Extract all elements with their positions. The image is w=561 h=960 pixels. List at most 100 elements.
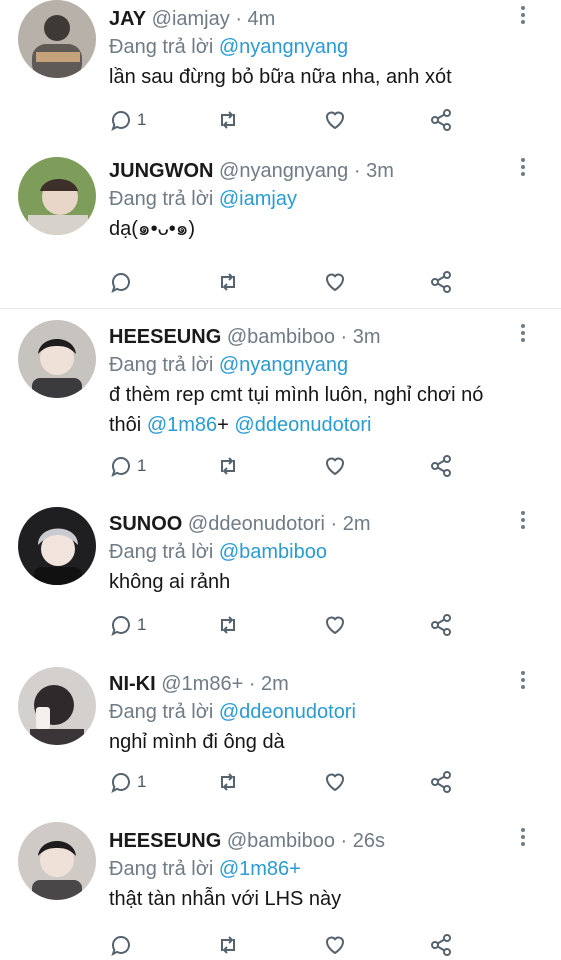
share-icon [431,771,451,793]
retweet-button[interactable] [216,269,240,295]
avatar[interactable] [18,320,96,398]
reply-button[interactable] [109,269,137,295]
display-name[interactable]: JUNGWON [109,160,213,182]
tweet-actions: 1 [109,453,469,479]
mention-link[interactable]: @nyangnyang [219,354,348,376]
replying-to: Đang trả lời @nyangnyang [109,36,349,58]
reply-icon [111,457,130,478]
reply-button[interactable]: 1 [109,453,146,479]
like-button[interactable] [323,612,347,638]
tweet-text-line: thôi @1m86+ @ddeonudotori [109,414,372,436]
retweet-button[interactable] [216,769,240,795]
tweet-heeseung[interactable]: HEESEUNG @bambiboo · 3m Đang trả lời @ny… [0,318,561,496]
tweet-text: đ thèm rep cmt tụi mình luôn, nghỉ chơi … [109,380,539,440]
tweet-jungwon[interactable]: JUNGWON @nyangnyang · 3m Đang trả lời @i… [0,152,561,307]
tweet-header: JAY @iamjay · 4m [109,6,275,32]
avatar[interactable] [18,667,96,745]
more-icon[interactable] [519,828,527,850]
like-icon [325,936,345,955]
more-icon[interactable] [519,511,527,533]
display-name[interactable]: SUNOO [109,513,182,535]
display-name[interactable]: JAY [109,8,146,30]
avatar[interactable] [18,0,96,78]
reply-button[interactable]: 1 [109,107,146,133]
display-name[interactable]: NI-KI [109,673,156,695]
avatar[interactable] [18,157,96,235]
like-button[interactable] [323,769,347,795]
more-icon[interactable] [519,158,527,180]
like-button[interactable] [323,269,347,295]
tweet-header: JUNGWON @nyangnyang · 3m [109,158,394,184]
reply-count: 1 [137,615,147,634]
display-name[interactable]: HEESEUNG [109,326,221,348]
reply-icon [111,616,130,637]
retweet-button[interactable] [216,453,240,479]
like-button[interactable] [323,932,347,958]
more-icon[interactable] [519,6,527,28]
share-icon [431,934,451,956]
tweet-text: nghỉ mình đi ông dà [109,731,285,753]
timestamp[interactable]: · 2m [331,513,371,535]
retweet-icon [221,936,235,954]
timestamp[interactable]: · 4m [235,8,275,30]
handle[interactable]: @nyangnyang [219,160,348,182]
tweet-actions [109,932,469,958]
handle[interactable]: @ddeonudotori [188,513,325,535]
retweet-icon [221,616,235,634]
reply-button[interactable]: 1 [109,769,146,795]
timestamp[interactable]: · 26s [341,830,385,852]
retweet-button[interactable] [216,612,240,638]
reply-button[interactable] [109,932,137,958]
tweet-heeseung-2[interactable]: HEESEUNG @bambiboo · 26s Đang trả lời @1… [0,822,561,960]
mention-link[interactable]: @nyangnyang [219,36,348,58]
reply-count: 1 [137,110,147,129]
retweet-button[interactable] [216,107,240,133]
tweet-actions: 1 [109,107,469,133]
like-icon [325,457,345,476]
share-icon [431,614,451,636]
tweet-text: dạ(๑•ᴗ•๑) [109,218,196,240]
replying-to: Đang trả lời @iamjay [109,188,297,210]
tweet-niki[interactable]: NI-KI @1m86+ · 2m Đang trả lời @ddeonudo… [0,665,561,815]
reply-count: 1 [137,772,147,791]
reply-icon [111,773,130,794]
handle[interactable]: @1m86+ [161,673,243,695]
share-button[interactable] [429,769,453,795]
like-icon [325,616,345,635]
retweet-button[interactable] [216,932,240,958]
tweet-sunoo[interactable]: SUNOO @ddeonudotori · 2m Đang trả lời @b… [0,505,561,655]
tweet-header: SUNOO @ddeonudotori · 2m [109,511,371,537]
mention-link[interactable]: @bambiboo [219,541,327,563]
share-button[interactable] [429,932,453,958]
like-button[interactable] [323,453,347,479]
avatar[interactable] [18,507,96,585]
timestamp[interactable]: · 2m [249,673,289,695]
share-button[interactable] [429,107,453,133]
share-button[interactable] [429,269,453,295]
mention-link[interactable]: @ddeonudotori [234,414,371,436]
display-name[interactable]: HEESEUNG [109,830,221,852]
retweet-icon [221,773,235,791]
reply-button[interactable]: 1 [109,612,146,638]
share-icon [431,109,451,131]
timestamp[interactable]: · 3m [354,160,394,182]
more-icon[interactable] [519,671,527,693]
replying-to: Đang trả lời @nyangnyang [109,354,349,376]
share-button[interactable] [429,612,453,638]
mention-link[interactable]: @1m86+ [219,858,301,880]
avatar[interactable] [18,822,96,900]
handle[interactable]: @bambiboo [227,326,335,348]
tweet-jay[interactable]: JAY @iamjay · 4m Đang trả lời @nyangnyan… [0,0,561,150]
more-icon[interactable] [519,324,527,346]
timestamp[interactable]: · 3m [341,326,381,348]
like-button[interactable] [323,107,347,133]
mention-link[interactable]: @ddeonudotori [219,701,356,723]
share-button[interactable] [429,453,453,479]
share-icon [431,455,451,477]
handle[interactable]: @bambiboo [227,830,335,852]
mention-link[interactable]: @1m86 [147,414,217,436]
tweet-actions: 1 [109,612,469,638]
mention-link[interactable]: @iamjay [219,188,297,210]
handle[interactable]: @iamjay [152,8,230,30]
retweet-icon [221,457,235,475]
